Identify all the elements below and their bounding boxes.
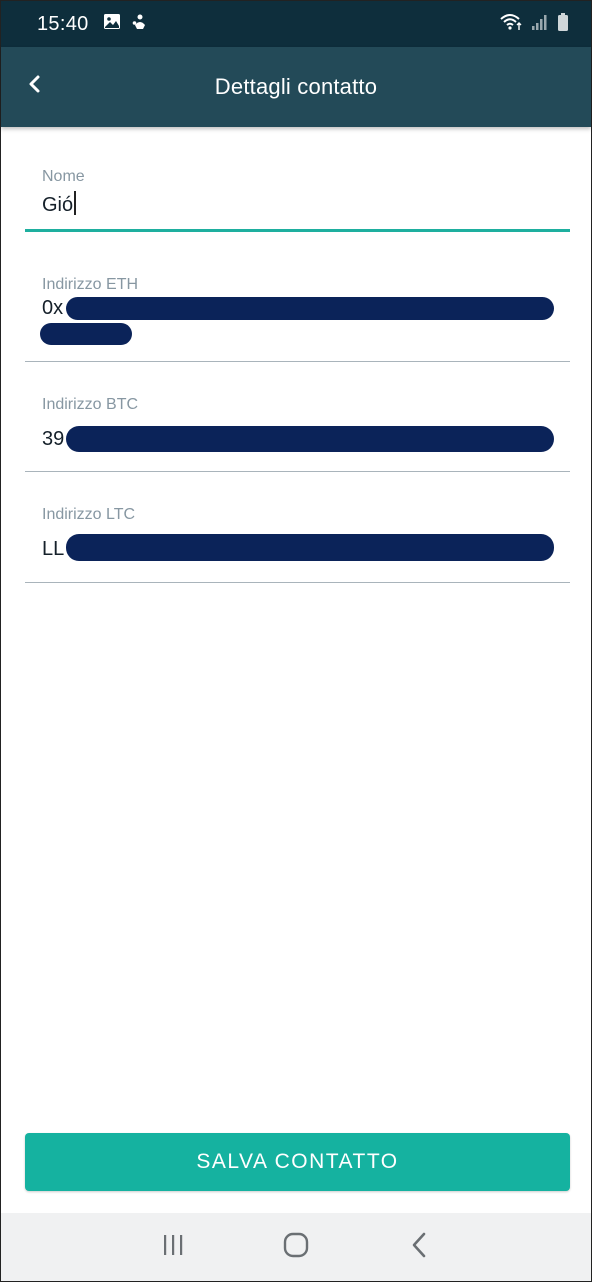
app-bar: Dettagli contatto (1, 47, 591, 127)
save-contact-button[interactable]: SALVA CONTATTO (25, 1133, 570, 1191)
name-field-input[interactable]: Gió (42, 191, 76, 217)
status-time: 15:40 (37, 12, 89, 35)
status-left-icons (103, 13, 149, 36)
name-field-underline (25, 229, 570, 232)
back-icon (410, 1232, 428, 1263)
battery-icon (557, 12, 569, 37)
system-back-button[interactable] (389, 1217, 449, 1277)
redaction-bar (66, 534, 554, 561)
name-field[interactable]: Nome Gió (25, 161, 570, 233)
status-bar: 15:40 (1, 1, 591, 47)
ltc-address-field[interactable]: Indirizzo LTC LL (25, 499, 570, 583)
btc-address-label: Indirizzo BTC (42, 396, 139, 413)
system-nav-bar (1, 1213, 591, 1281)
eth-address-label: Indirizzo ETH (42, 276, 139, 293)
chevron-left-icon (26, 74, 42, 99)
ltc-address-prefix: LL (42, 538, 65, 560)
name-field-value: Gió (42, 194, 74, 216)
home-button[interactable] (266, 1217, 326, 1277)
home-icon (283, 1232, 309, 1263)
ltc-address-underline (25, 582, 570, 583)
redaction-bar (66, 297, 554, 320)
btc-address-underline (25, 471, 570, 472)
back-button[interactable] (19, 71, 49, 101)
recent-apps-icon (161, 1234, 185, 1261)
name-field-label: Nome (42, 168, 85, 185)
status-right-icons (499, 12, 569, 37)
image-icon (103, 13, 121, 35)
recent-apps-button[interactable] (143, 1217, 203, 1277)
text-caret (74, 191, 76, 215)
redaction-bar (66, 426, 554, 452)
btc-address-prefix: 39 (42, 428, 65, 450)
redaction-bar (40, 323, 132, 345)
btc-address-field[interactable]: Indirizzo BTC 39 (25, 389, 570, 473)
eth-address-underline (25, 361, 570, 362)
app-notification-icon (131, 13, 149, 36)
eth-address-prefix: 0x (42, 297, 64, 319)
page-title: Dettagli contatto (214, 74, 378, 99)
signal-icon (531, 13, 549, 36)
ltc-address-label: Indirizzo LTC (42, 506, 136, 523)
wifi-icon (499, 13, 523, 36)
eth-address-field[interactable]: Indirizzo ETH 0x (25, 269, 570, 363)
